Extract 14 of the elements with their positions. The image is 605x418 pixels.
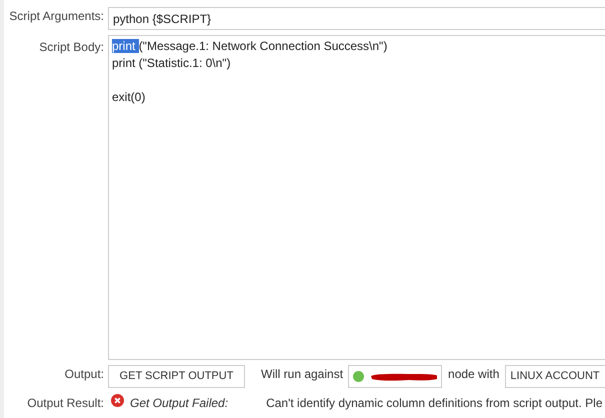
arguments-field[interactable]: python {$SCRIPT} xyxy=(108,7,605,30)
get-output-button[interactable]: GET SCRIPT OUTPUT xyxy=(108,365,245,388)
field-label: Output: xyxy=(64,366,104,383)
run-against-text: Will run against xyxy=(261,366,344,383)
node-with-text: node with xyxy=(448,366,500,383)
field-label: Output Result: xyxy=(27,395,104,412)
field-label: Script Body: xyxy=(39,39,104,56)
error-icon xyxy=(111,394,124,407)
script-editor[interactable]: print ("Message.1: Network Connection Success\n") print ("Statistic.1: 0\n") exit(0) xyxy=(108,35,605,360)
status-text: Get Output Failed: xyxy=(130,395,228,412)
field-label: Script Arguments: xyxy=(9,8,104,25)
node-selector[interactable] xyxy=(348,365,442,388)
account-selector[interactable]: LINUX ACCOUNT xyxy=(505,365,605,388)
result-message: Can't identify dynamic column definitions from script output. Ple xyxy=(266,395,603,412)
